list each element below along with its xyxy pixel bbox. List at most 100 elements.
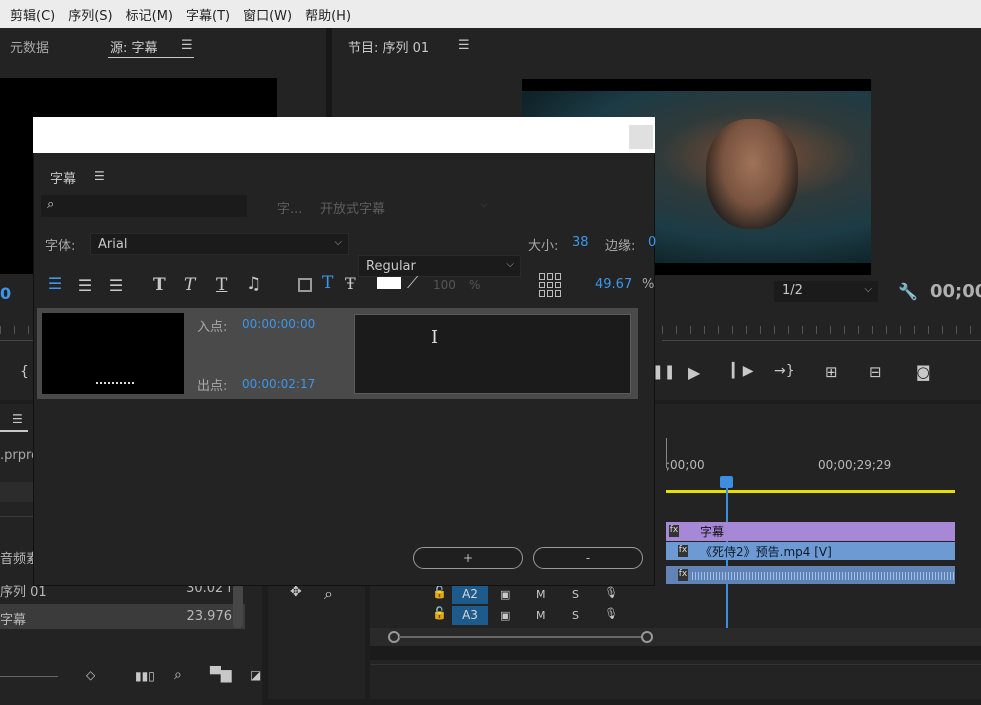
caption-dialog: 字幕 ☰ ⌕ 字... 开放式字幕 ⌵ 字体: Arial ⌵ Regular … xyxy=(33,153,656,586)
background-color-icon[interactable] xyxy=(298,278,312,292)
zoom-slider[interactable] xyxy=(0,676,58,677)
mute-a3[interactable]: M xyxy=(536,609,546,622)
position-grid-icon[interactable] xyxy=(539,273,563,297)
sync-icon[interactable]: ▣ xyxy=(500,588,510,601)
lock-icon[interactable]: 🔓 xyxy=(432,585,447,599)
timeline-tc-start: ;00;00 xyxy=(666,458,705,472)
search-icon[interactable]: ⌕ xyxy=(174,667,182,683)
video-clip[interactable]: fx 《死侍2》预告.mp4 [V] xyxy=(666,542,955,560)
menu-bar: 剪辑(C) 序列(S) 标记(M) 字幕(T) 窗口(W) 帮助(H) xyxy=(0,0,981,28)
resolution-select[interactable]: 1/2 ⌵ xyxy=(774,281,878,302)
automate-icon[interactable]: ▮▮▯ xyxy=(135,669,155,683)
edge-value[interactable]: 0 xyxy=(648,235,656,250)
camera-icon[interactable]: ◙ xyxy=(916,363,931,381)
close-button[interactable] xyxy=(629,125,653,149)
caption-panel-title: 字幕 xyxy=(50,172,77,187)
sort-icon[interactable]: ◇ xyxy=(86,668,95,682)
opacity-value: 100 xyxy=(433,278,456,292)
menu-title[interactable]: 字幕(T) xyxy=(186,5,230,24)
tab-source[interactable]: 源: 字幕 xyxy=(110,37,158,56)
menu-help[interactable]: 帮助(H) xyxy=(305,5,351,24)
resolution-value: 1/2 xyxy=(782,283,803,298)
tab-underline xyxy=(108,57,194,58)
text-cursor-icon: I xyxy=(431,327,439,348)
bold-icon[interactable]: T xyxy=(153,275,166,295)
style-select[interactable]: Regular ⌵ xyxy=(358,255,521,277)
program-timecode[interactable]: 00;00 xyxy=(930,281,981,302)
sync-icon[interactable]: ▣ xyxy=(500,609,510,622)
mic-icon[interactable]: 🎙 xyxy=(604,586,618,599)
stream-label: 字... xyxy=(277,202,303,217)
solo-a3[interactable]: S xyxy=(572,609,579,622)
add-caption-button[interactable]: + xyxy=(413,547,523,569)
search-icon: ⌕ xyxy=(47,197,55,212)
panel-menu-icon[interactable]: ☰ xyxy=(181,38,193,53)
chevron-down-icon: ⌵ xyxy=(480,199,488,210)
timeline-tc-mid: 00;00;29;29 xyxy=(818,458,892,472)
program-video-face xyxy=(706,119,798,229)
caption-text-input[interactable]: I xyxy=(354,314,631,394)
edge-color-icon[interactable]: Ŧ xyxy=(345,274,356,293)
caption-entry[interactable]: 入点: 00:00:00:00 出点: 00:00:02:17 I xyxy=(37,308,638,399)
caption-panel-menu-icon[interactable]: ☰ xyxy=(94,169,105,183)
caption-clip[interactable]: fx 字幕 xyxy=(666,522,955,541)
project-menu-icon[interactable]: ☰ xyxy=(12,412,23,426)
caption-search-input[interactable]: ⌕ xyxy=(41,195,247,217)
underline-icon[interactable]: T xyxy=(216,275,227,295)
step-back-icon[interactable]: { xyxy=(20,364,29,380)
source-timecode[interactable]: 0 xyxy=(0,284,11,303)
chevron-down-icon: ⌵ xyxy=(506,259,514,270)
align-right-icon[interactable]: ☰ xyxy=(106,275,126,295)
opacity-unit: % xyxy=(469,278,481,292)
dialog-titlebar[interactable] xyxy=(33,117,655,153)
tab-metadata[interactable]: 元数据 xyxy=(10,37,49,56)
size-value[interactable]: 38 xyxy=(572,235,589,250)
font-select[interactable]: Arial ⌵ xyxy=(90,233,349,255)
remove-caption-button[interactable]: - xyxy=(533,547,643,569)
audio-waveform xyxy=(692,572,955,580)
timeline-scroll[interactable] xyxy=(370,628,981,646)
italic-icon[interactable]: T xyxy=(184,275,195,295)
scrollbar[interactable] xyxy=(233,584,243,628)
menu-marker[interactable]: 标记(M) xyxy=(126,5,173,24)
solo-a2[interactable]: S xyxy=(572,588,579,601)
in-point-value[interactable]: 00:00:00:00 xyxy=(242,317,315,331)
program-title[interactable]: 节目: 序列 01 xyxy=(348,37,429,56)
work-area-bar[interactable] xyxy=(666,490,955,493)
zoom-tool-icon[interactable]: ⌕ xyxy=(324,584,333,604)
align-left-icon[interactable]: ☰ xyxy=(45,275,65,295)
track-a2[interactable]: A2 xyxy=(452,585,488,604)
lock-icon[interactable]: 🔓 xyxy=(432,606,447,620)
out-point-value[interactable]: 00:00:02:17 xyxy=(242,377,315,391)
extract-icon[interactable]: ⊟ xyxy=(869,363,882,381)
color-swatch[interactable] xyxy=(377,277,401,289)
new-item-icon[interactable]: ◪ xyxy=(250,668,261,682)
out-point-label: 出点: xyxy=(197,379,228,394)
mute-a2[interactable]: M xyxy=(536,588,546,601)
play-icon[interactable]: ▶ xyxy=(688,363,700,382)
folder-icon[interactable]: ▀▆ xyxy=(210,667,232,683)
mic-icon[interactable]: 🎙 xyxy=(604,607,618,620)
scroll-end-handle[interactable] xyxy=(641,631,653,643)
music-note-icon[interactable]: ♫ xyxy=(246,274,261,294)
in-point-label: 入点: xyxy=(197,320,228,335)
position-value[interactable]: 49.67 xyxy=(595,277,632,292)
lift-icon[interactable]: ⊞ xyxy=(825,363,838,381)
program-menu-icon[interactable]: ☰ xyxy=(458,38,470,53)
menu-edit[interactable]: 剪辑(C) xyxy=(10,5,55,24)
font-label: 字体: xyxy=(45,239,76,254)
audio-clip[interactable]: fx xyxy=(666,566,955,584)
list-item-caption[interactable]: 字幕 23.976 xyxy=(0,604,245,629)
menu-sequence[interactable]: 序列(S) xyxy=(68,5,112,24)
text-color-icon[interactable]: T xyxy=(322,273,333,293)
go-to-out-icon[interactable]: →} xyxy=(774,363,795,379)
align-center-icon[interactable]: ☰ xyxy=(75,275,95,295)
eyedropper-icon[interactable]: ⟋ xyxy=(407,273,418,293)
menu-window[interactable]: 窗口(W) xyxy=(243,5,292,24)
track-a3[interactable]: A3 xyxy=(452,606,488,625)
step-back-frame-icon[interactable]: ❚❚ xyxy=(652,364,675,380)
wrench-icon[interactable]: 🔧 xyxy=(898,282,918,301)
position-unit: % xyxy=(642,277,655,292)
hand-tool-icon[interactable]: ✥ xyxy=(290,584,302,600)
step-forward-icon[interactable]: ▎▶ xyxy=(732,363,754,379)
